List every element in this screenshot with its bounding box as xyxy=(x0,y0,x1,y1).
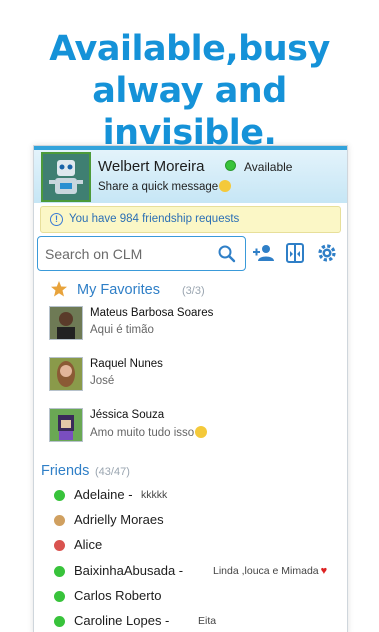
friend-name: Adelaine - xyxy=(74,487,133,502)
status-online-icon xyxy=(54,566,65,577)
favorite-name: Mateus Barbosa Soares xyxy=(90,307,214,319)
favorites-title[interactable]: My Favorites xyxy=(77,282,160,298)
contact-photo-icon xyxy=(50,358,82,390)
friend-item[interactable]: Caroline Lopes - Eita xyxy=(52,612,342,632)
status-online-icon xyxy=(54,490,65,501)
friend-item[interactable]: Adrielly Moraes xyxy=(52,511,342,531)
friend-name: Carlos Roberto xyxy=(74,588,162,603)
avatar xyxy=(49,357,83,391)
friend-item[interactable]: Alice xyxy=(52,536,342,556)
friend-item[interactable]: Adelaine - kkkkk xyxy=(52,486,342,506)
profile-header: Welbert Moreira Available Share a quick … xyxy=(34,146,347,203)
friendship-requests-text: You have 984 friendship requests xyxy=(69,213,240,225)
friend-message: Eita xyxy=(198,615,217,627)
smile-emoji-icon xyxy=(195,426,208,438)
contact-photo-icon xyxy=(50,409,82,441)
favorite-item[interactable]: Raquel Nunes José xyxy=(49,357,339,397)
smile-emoji-icon xyxy=(219,180,232,192)
favorite-item[interactable]: Mateus Barbosa Soares Aqui é timão xyxy=(49,306,339,346)
status-online-icon xyxy=(54,616,65,627)
favorite-name: Raquel Nunes xyxy=(90,358,163,370)
friendship-requests-bar[interactable]: ! You have 984 friendship requests xyxy=(40,206,341,233)
favorites-count: (3/3) xyxy=(182,285,205,297)
friend-name: Caroline Lopes - xyxy=(74,613,170,628)
favorite-message: Amo muito tudo isso xyxy=(90,426,208,439)
search-box[interactable] xyxy=(37,236,246,271)
status-away-icon xyxy=(54,515,65,526)
friend-item[interactable]: Carlos Roberto xyxy=(52,587,342,607)
avatar[interactable] xyxy=(41,152,91,202)
heart-icon: ♥ xyxy=(320,565,328,577)
favorite-message: José xyxy=(90,375,115,387)
friend-message: Linda ,louca e Mimada ♥ xyxy=(213,565,328,577)
favorite-message: Aqui é timão xyxy=(90,324,154,336)
status-online-icon xyxy=(54,591,65,602)
search-input[interactable] xyxy=(45,244,210,264)
friends-count: (43/47) xyxy=(95,466,130,478)
quick-message-text: Share a quick message xyxy=(98,181,219,193)
favorite-name: Jéssica Souza xyxy=(90,409,165,421)
headline: Available,busy alway and invisible. xyxy=(0,28,379,154)
friend-name: Alice xyxy=(74,537,103,552)
friend-name: BaixinhaAbusada - xyxy=(74,563,184,578)
headline-line-2: alway and invisible. xyxy=(92,71,287,153)
quick-message[interactable]: Share a quick message xyxy=(98,180,232,193)
search-icon[interactable] xyxy=(217,244,237,264)
status-indicator-icon[interactable] xyxy=(225,160,236,171)
user-name[interactable]: Welbert Moreira xyxy=(98,158,204,175)
friend-item[interactable]: BaixinhaAbusada - Linda ,louca e Mimada ♥ xyxy=(52,562,342,582)
contact-photo-icon xyxy=(50,307,82,339)
avatar xyxy=(49,306,83,340)
friend-message: kkkkk xyxy=(141,489,168,501)
add-friend-icon[interactable] xyxy=(253,242,275,264)
friends-title[interactable]: Friends xyxy=(41,463,89,479)
status-busy-icon xyxy=(54,540,65,551)
favorite-item[interactable]: Jéssica Souza Amo muito tudo isso xyxy=(49,408,339,448)
switch-icon[interactable] xyxy=(284,242,306,264)
app-window: Welbert Moreira Available Share a quick … xyxy=(33,145,348,632)
settings-icon[interactable] xyxy=(316,242,338,264)
avatar xyxy=(49,408,83,442)
robot-avatar-icon xyxy=(43,154,89,200)
headline-line-1: Available,busy xyxy=(49,29,330,69)
favorites-star-icon xyxy=(51,281,67,297)
info-icon: ! xyxy=(50,213,63,226)
friend-name: Adrielly Moraes xyxy=(74,512,164,527)
status-label[interactable]: Available xyxy=(244,160,292,174)
